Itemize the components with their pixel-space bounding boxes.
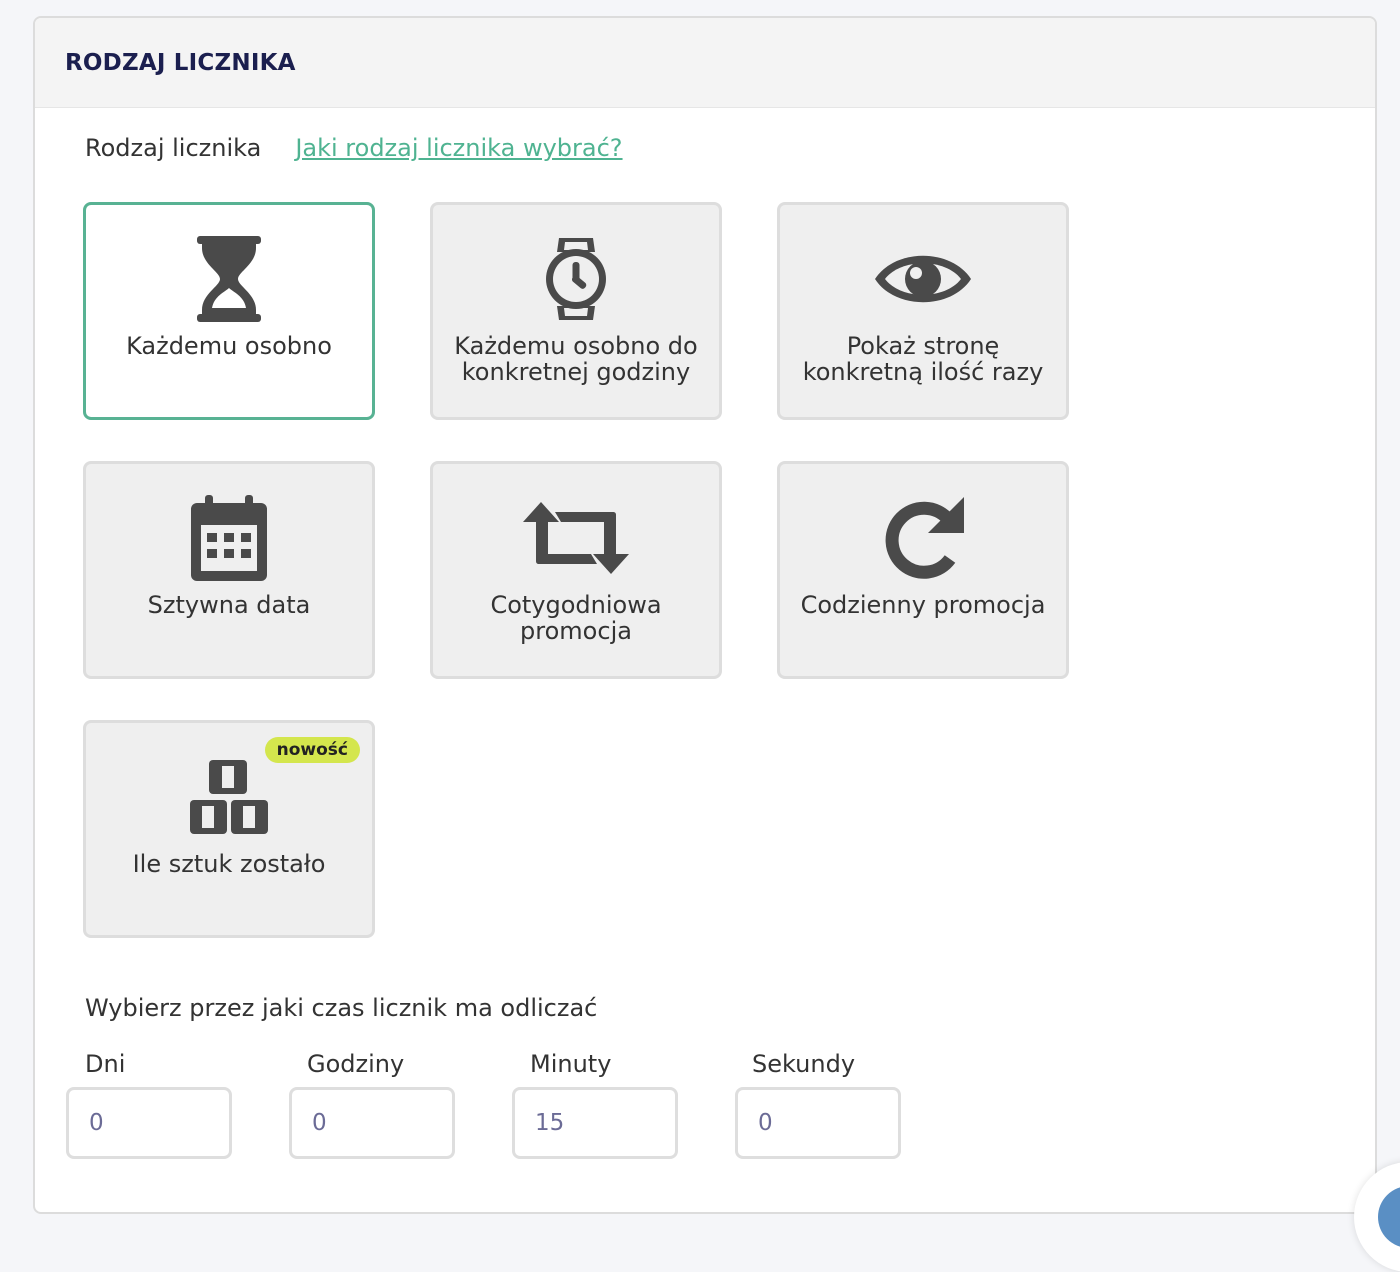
duration-label: Wybierz przez jaki czas licznik ma odlic… — [85, 994, 598, 1022]
tile-label: Cotygodniowa promocja — [490, 591, 662, 645]
tile-sztywna-data[interactable]: Sztywna data — [83, 461, 375, 679]
minutes-label: Minuty — [530, 1050, 612, 1078]
counter-type-panel: RODZAJ LICZNIKA Rodzaj licznika Jaki rod… — [33, 16, 1377, 1214]
tile-label: Codzienny promocja — [800, 591, 1046, 619]
tile-kazdemu-osobno-godziny[interactable]: Każdemu osobno do konkretnej godziny — [430, 202, 722, 420]
panel-header: RODZAJ LICZNIKA — [35, 18, 1375, 108]
tile-kazdemu-osobno[interactable]: Każdemu osobno — [83, 202, 375, 420]
tile-label: Ile sztuk zostało — [132, 850, 326, 878]
seconds-input[interactable] — [735, 1087, 901, 1159]
minutes-input[interactable] — [512, 1087, 678, 1159]
calendar-icon — [86, 490, 372, 586]
tile-ile-sztuk-zostalo[interactable]: nowość Ile sztuk zostało — [83, 720, 375, 938]
chat-icon — [1378, 1186, 1400, 1248]
tile-cotygodniowa-promocja[interactable]: Cotygodniowa promocja — [430, 461, 722, 679]
tile-codzienny-promocja[interactable]: Codzienny promocja — [777, 461, 1069, 679]
counter-type-row: Rodzaj licznika Jaki rodzaj licznika wyb… — [85, 134, 623, 162]
eye-icon — [780, 231, 1066, 327]
counter-type-help-link[interactable]: Jaki rodzaj licznika wybrać? — [295, 134, 622, 162]
hours-label: Godziny — [307, 1050, 405, 1078]
repeat-arrows-icon — [433, 490, 719, 586]
tile-label: Pokaż stronę konkretną ilość razy — [802, 332, 1044, 386]
days-input[interactable] — [66, 1087, 232, 1159]
tile-pokaz-strone[interactable]: Pokaż stronę konkretną ilość razy — [777, 202, 1069, 420]
tile-label: Każdemu osobno do konkretnej godziny — [454, 332, 698, 386]
counter-type-label: Rodzaj licznika — [85, 134, 262, 162]
tile-label: Każdemu osobno — [126, 332, 332, 360]
hours-input[interactable] — [289, 1087, 455, 1159]
watch-icon — [433, 231, 719, 327]
seconds-label: Sekundy — [752, 1050, 856, 1078]
redo-icon — [780, 490, 1066, 586]
panel-title: RODZAJ LICZNIKA — [65, 49, 296, 76]
days-label: Dni — [85, 1050, 126, 1078]
boxes-icon — [86, 749, 372, 845]
tile-label: Sztywna data — [147, 591, 311, 619]
hourglass-icon — [86, 231, 372, 327]
